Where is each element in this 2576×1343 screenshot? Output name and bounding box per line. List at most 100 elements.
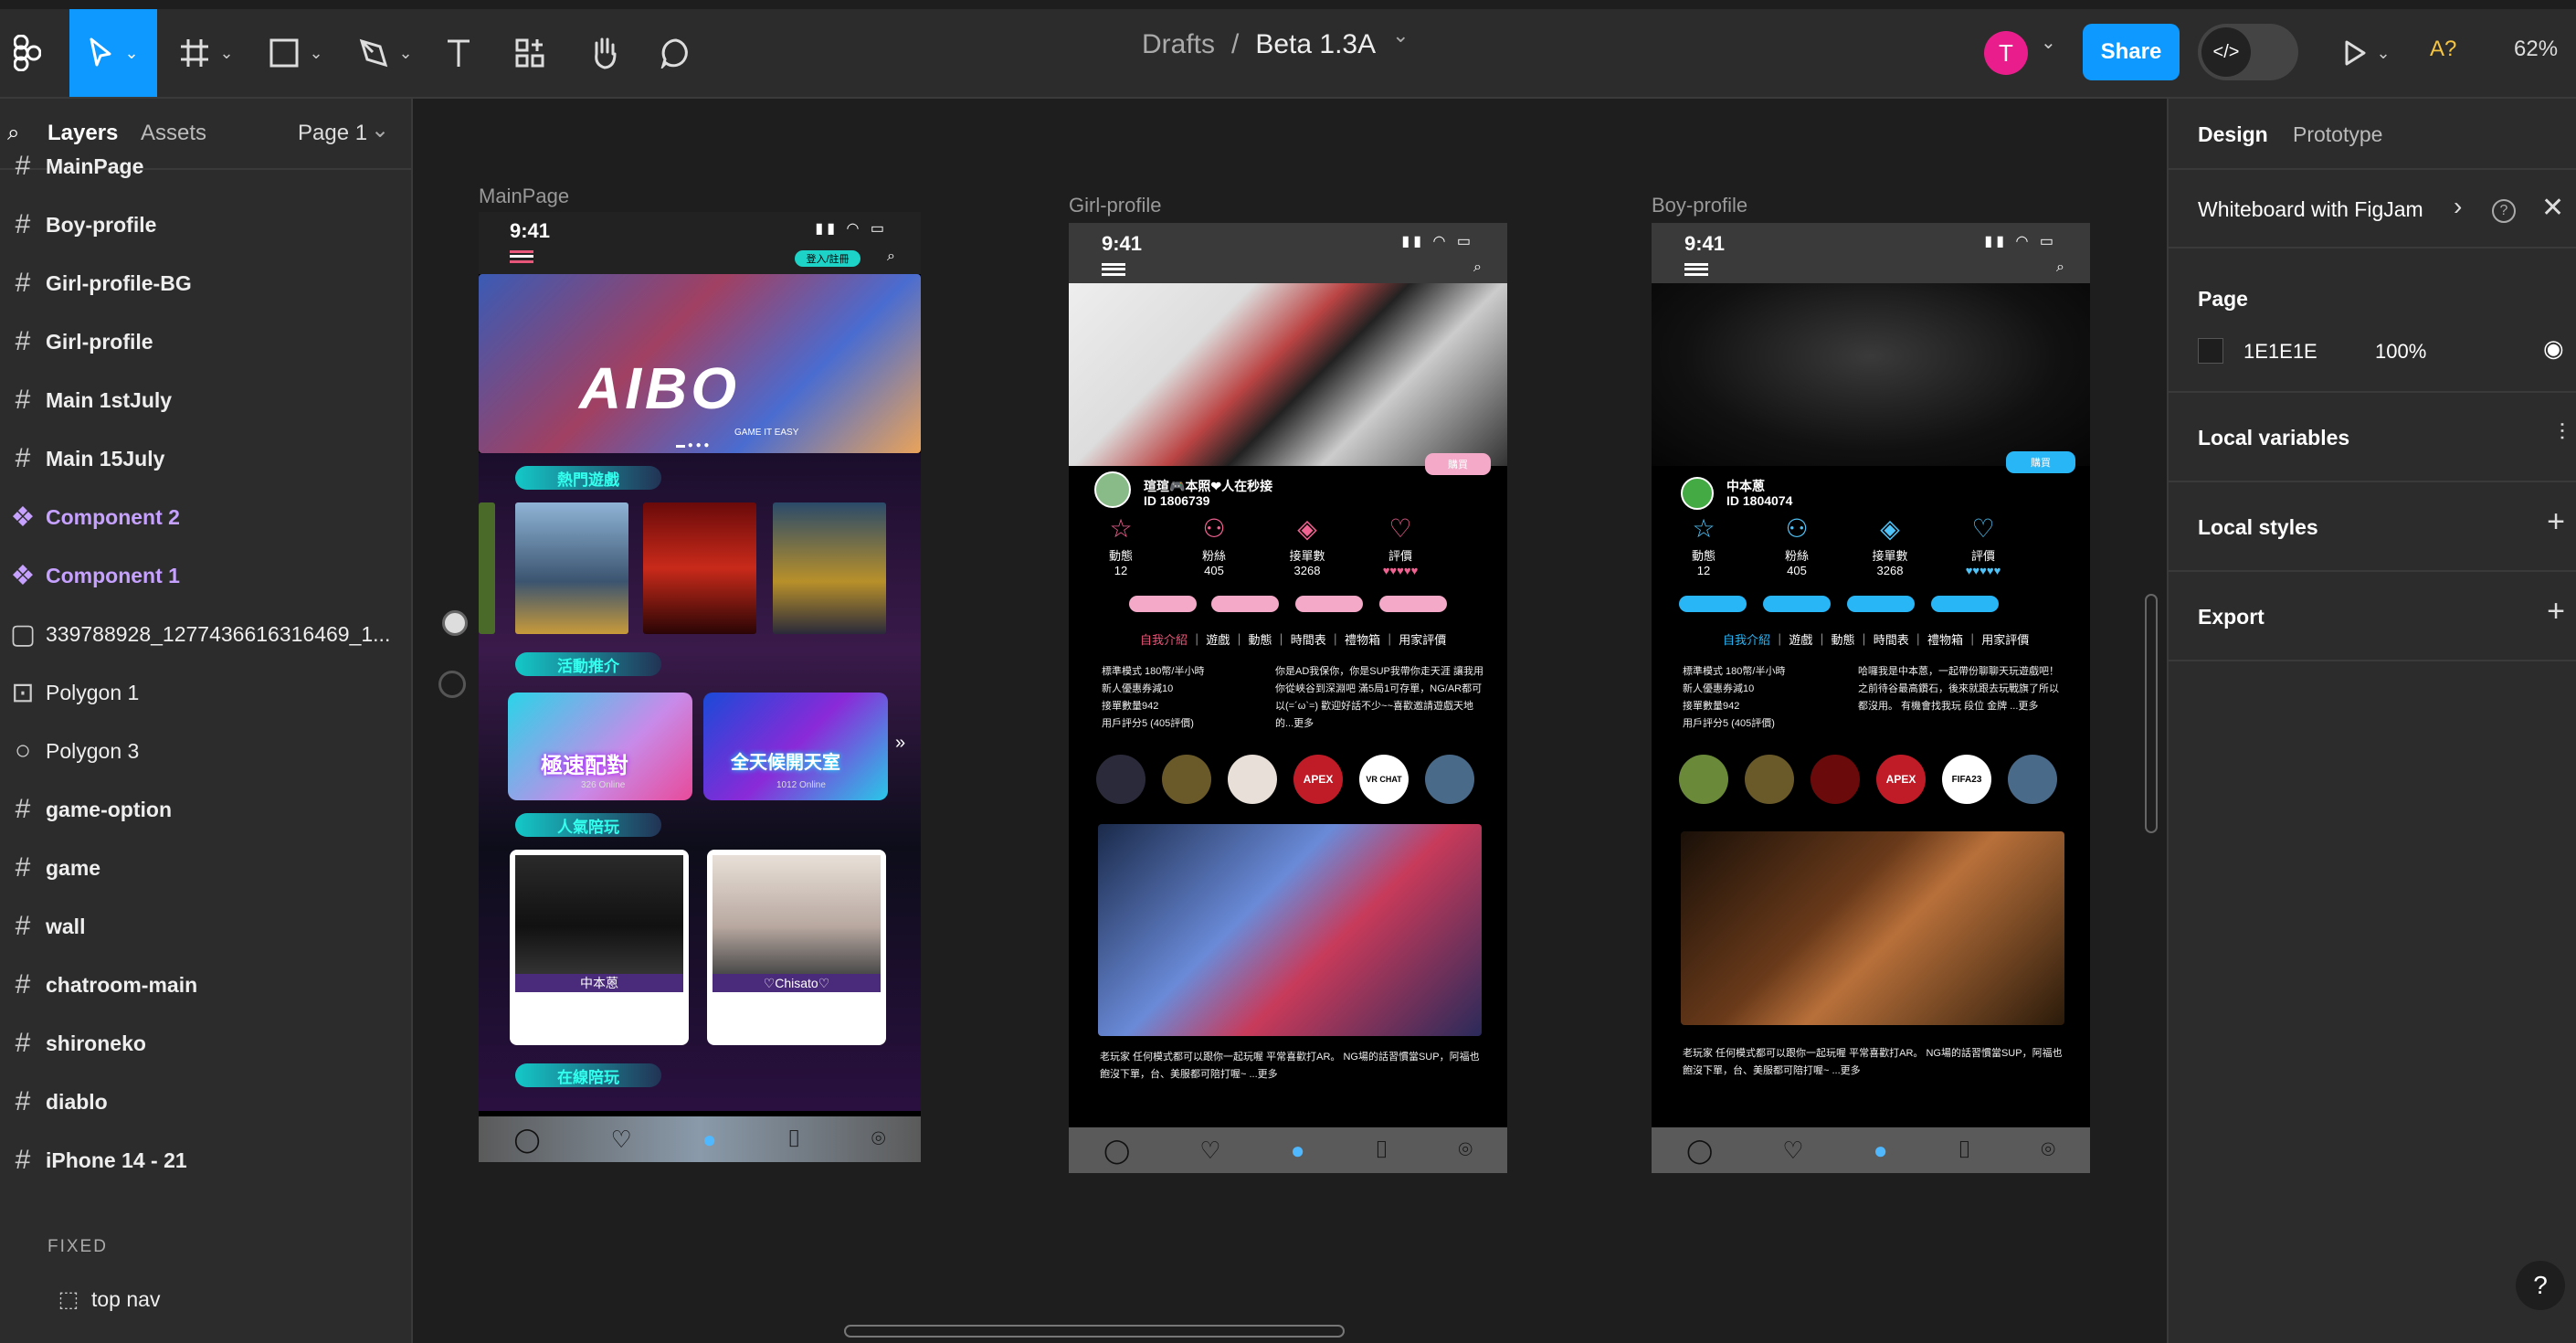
plus-icon[interactable]: +	[2547, 504, 2565, 540]
profile-icon[interactable]: ⌾	[2041, 1136, 2055, 1165]
game-circle[interactable]	[1745, 755, 1794, 804]
event-card-chatroom[interactable]: 全天候開天室 1012 Online	[703, 693, 888, 800]
local-variables-section[interactable]: Local variables ⫶	[2169, 393, 2576, 482]
layer-row[interactable]: # Boy-profile	[0, 196, 411, 254]
chat-icon[interactable]: ◯	[1686, 1137, 1713, 1165]
zoom-level[interactable]: 62%	[2514, 37, 2558, 62]
variables-icon[interactable]: ⫶	[2560, 418, 2566, 448]
home-icon[interactable]: ●	[1291, 1137, 1305, 1165]
ai-assist-button[interactable]: A?	[2430, 37, 2456, 62]
move-tool-button[interactable]: ⌄	[69, 9, 157, 97]
comment-pin[interactable]	[438, 671, 466, 698]
action-pill[interactable]	[1211, 596, 1279, 612]
game-circle-vrchat[interactable]: VR CHAT	[1359, 755, 1409, 804]
layer-top-nav[interactable]: ⬚ top nav	[46, 1270, 457, 1328]
action-pill[interactable]	[1763, 596, 1831, 612]
login-pill[interactable]: 登入/註冊	[795, 250, 860, 267]
chat-pill[interactable]	[1847, 596, 1915, 612]
chat-icon[interactable]: ◯	[1103, 1137, 1130, 1165]
help-circle-icon[interactable]: ?	[2492, 199, 2516, 223]
layer-row[interactable]: ▢ 339788928_1277436616316469_1...	[0, 605, 411, 663]
hand-tool-button[interactable]	[579, 9, 630, 97]
menu-icon[interactable]	[1102, 263, 1125, 276]
chevron-right-icon[interactable]: »	[895, 733, 905, 754]
chevron-down-icon[interactable]: ⌄	[2041, 31, 2056, 54]
stat-item[interactable]: ☆ 動態 12	[1663, 513, 1745, 577]
menu-item[interactable]: 時間表	[1291, 633, 1326, 647]
bookmark-icon[interactable]: ⌷	[787, 1125, 801, 1154]
chevron-right-icon[interactable]: ›	[2454, 192, 2462, 221]
menu-item[interactable]: 禮物箱	[1927, 633, 1963, 647]
menu-item[interactable]: 用家評價	[1981, 633, 2029, 647]
avatar[interactable]: T	[1984, 31, 2028, 75]
menu-icon[interactable]	[1684, 263, 1708, 276]
menu-item[interactable]: 自我介紹	[1140, 633, 1188, 647]
resources-tool-button[interactable]	[504, 9, 555, 97]
frame-girl-profile[interactable]: 9:41 ▮▮ ◠ ▭ ⌕ 購買 瑄瑄🎮本照❤人在秒接 ID 1806739 ☆…	[1069, 223, 1507, 1173]
frame-boy-profile[interactable]: 9:41 ▮▮ ◠ ▭ ⌕ 購買 中本蒽 ID 1804074 ☆ 動態 12 ⚇ 粉絲…	[1652, 223, 2090, 1173]
frame-label-girl-profile[interactable]: Girl-profile	[1069, 194, 1161, 217]
home-icon[interactable]: ●	[702, 1126, 717, 1154]
profile-icon[interactable]: ⌾	[1458, 1136, 1473, 1165]
chevron-down-icon[interactable]: ⌄	[1392, 24, 1409, 60]
tab-design[interactable]: Design	[2198, 122, 2268, 147]
dev-mode-toggle[interactable]: </>	[2198, 24, 2298, 80]
pen-tool-button[interactable]: ⌄	[349, 9, 422, 97]
post-image[interactable]	[1098, 824, 1482, 1036]
comment-tool-button[interactable]	[650, 9, 702, 97]
heart-icon[interactable]: ♡	[1782, 1137, 1803, 1165]
avatar[interactable]	[1094, 471, 1131, 508]
export-section[interactable]: Export +	[2169, 572, 2576, 661]
layer-row[interactable]: ○ Polygon 3	[0, 722, 411, 780]
search-icon[interactable]: ⌕	[2056, 259, 2064, 276]
bookmark-icon[interactable]: ⌷	[1958, 1136, 1972, 1165]
profile-photo[interactable]	[1069, 283, 1507, 466]
layer-row[interactable]: # game	[0, 839, 411, 897]
file-name[interactable]: Beta 1.3A	[1255, 29, 1376, 60]
figma-menu-icon[interactable]	[0, 9, 55, 97]
companion-card[interactable]: ♡Chisato♡	[707, 850, 886, 1045]
layer-row[interactable]: # iPhone 14 - 21	[0, 1131, 411, 1190]
stat-item[interactable]: ♡ 評價 ♥♥♥♥♥	[1942, 513, 2024, 577]
game-circle-apex[interactable]: APEX	[1876, 755, 1926, 804]
frame-label-mainpage[interactable]: MainPage	[479, 185, 569, 208]
layer-row[interactable]: # game-option	[0, 780, 411, 839]
page-opacity-value[interactable]: 100%	[2375, 340, 2426, 364]
whiteboard-banner[interactable]: Whiteboard with FigJam › ? ✕	[2169, 170, 2576, 249]
menu-item[interactable]: 禮物箱	[1345, 633, 1380, 647]
game-circle-apex[interactable]: APEX	[1293, 755, 1343, 804]
search-icon[interactable]: ⌕	[887, 249, 895, 265]
game-circle-fifa[interactable]: FIFA23	[1942, 755, 1991, 804]
stat-item[interactable]: ♡ 評價 ♥♥♥♥♥	[1359, 513, 1441, 577]
heart-icon[interactable]: ♡	[1199, 1137, 1220, 1165]
layer-row[interactable]: ⊡ Polygon 1	[0, 663, 411, 722]
plus-icon[interactable]: +	[2547, 594, 2565, 629]
stat-item[interactable]: ⚇ 粉絲 405	[1173, 513, 1255, 577]
tab-prototype[interactable]: Prototype	[2293, 122, 2382, 147]
action-pill[interactable]	[1679, 596, 1747, 612]
eye-icon[interactable]: ◉	[2543, 334, 2564, 363]
menu-item[interactable]: 動態	[1249, 633, 1272, 647]
game-circle[interactable]	[2008, 755, 2057, 804]
buy-button[interactable]: 購買	[2006, 451, 2075, 473]
game-circle[interactable]	[1811, 755, 1860, 804]
shape-tool-button[interactable]: ⌄	[259, 9, 333, 97]
layer-row[interactable]: # Girl-profile	[0, 312, 411, 371]
menu-icon[interactable]	[510, 250, 533, 263]
frame-mainpage[interactable]: 9:41 ▮▮ ◠ ▭ 登入/註冊 ⌕ AIBO GAME IT EASY ▬ …	[479, 212, 921, 1162]
avatar[interactable]	[1681, 477, 1714, 510]
profile-photo[interactable]	[1652, 283, 2090, 466]
game-circle[interactable]	[1679, 755, 1728, 804]
horizontal-scrollbar[interactable]	[844, 1325, 1345, 1338]
companion-card[interactable]: 中本蒽	[510, 850, 689, 1045]
buy-pill[interactable]	[1931, 596, 1999, 612]
stat-item[interactable]: ☆ 動態 12	[1080, 513, 1162, 577]
local-styles-section[interactable]: Local styles +	[2169, 482, 2576, 572]
breadcrumb-drafts[interactable]: Drafts	[1142, 29, 1215, 60]
layer-row[interactable]: # diablo	[0, 1073, 411, 1131]
profile-icon[interactable]: ⌾	[871, 1125, 886, 1154]
heart-icon[interactable]: ♡	[610, 1126, 631, 1154]
comment-pin-avatar[interactable]	[442, 610, 468, 636]
game-tile-diablo[interactable]	[643, 502, 756, 634]
frame-tool-button[interactable]: ⌄	[170, 9, 243, 97]
